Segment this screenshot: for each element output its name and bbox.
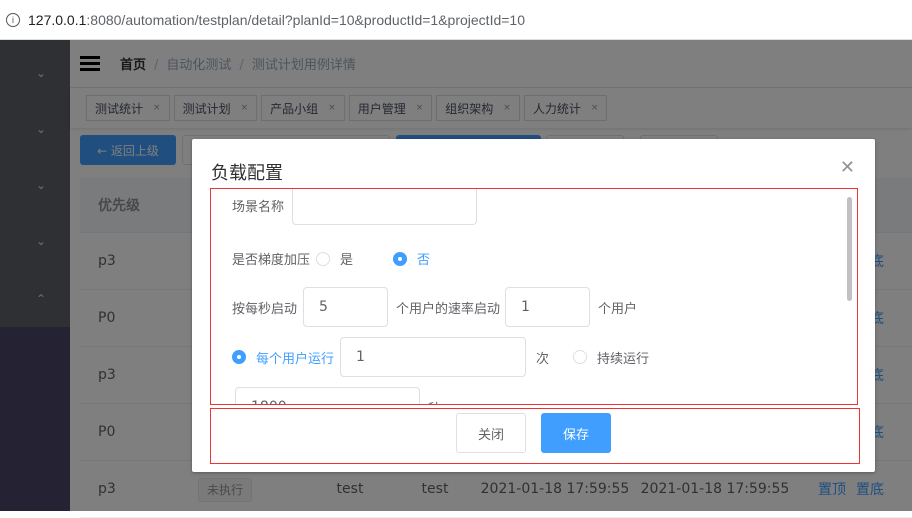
continuous-label[interactable]: 持续运行 [597, 348, 649, 367]
scrollbar[interactable] [847, 197, 852, 301]
load-config-dialog: 负载配置 ✕ 场景名称 是否梯度加压 是 否 按每秒启动 5 个用户的速率启动 … [192, 139, 875, 472]
dialog-title: 负载配置 [211, 163, 283, 184]
close-button[interactable]: 关闭 [456, 413, 526, 453]
radio-continuous[interactable] [573, 350, 588, 364]
radio-per-user[interactable] [232, 350, 246, 364]
duration-input[interactable]: 1800 [235, 387, 420, 404]
info-icon[interactable]: i [6, 12, 20, 27]
url-path: :8080/automation/testplan/detail?planId=… [86, 11, 525, 28]
per-user-input[interactable]: 1 [340, 337, 527, 377]
dialog-footer: 关闭 保存 [210, 408, 860, 464]
address-bar[interactable]: i 127.0.0.1:8080/automation/testplan/det… [0, 0, 912, 40]
save-button[interactable]: 保存 [541, 413, 611, 453]
gradient-label: 是否梯度加压 [232, 253, 311, 268]
rate-mid-label: 个用户的速率启动 [396, 301, 501, 317]
radio-yes-label[interactable]: 是 [340, 249, 353, 268]
scene-name-label: 场景名称 [232, 199, 285, 215]
duration-suffix: 秒 [428, 398, 441, 405]
radio-no[interactable] [393, 251, 408, 266]
scene-name-input[interactable] [292, 189, 478, 225]
users-suffix-label: 个用户 [598, 301, 638, 317]
radio-yes[interactable] [316, 251, 331, 266]
rate-prefix-label: 按每秒启动 [232, 301, 298, 317]
dialog-body: 场景名称 是否梯度加压 是 否 按每秒启动 5 个用户的速率启动 1 个用户 每… [210, 188, 858, 405]
rate-input[interactable]: 5 [303, 287, 389, 327]
users-input[interactable]: 1 [505, 287, 591, 327]
close-icon[interactable]: ✕ [840, 157, 855, 178]
radio-no-label[interactable]: 否 [417, 249, 430, 268]
url-host: 127.0.0.1 [28, 11, 87, 28]
per-user-suffix: 次 [536, 351, 550, 367]
per-user-label[interactable]: 每个用户运行 [256, 348, 334, 367]
